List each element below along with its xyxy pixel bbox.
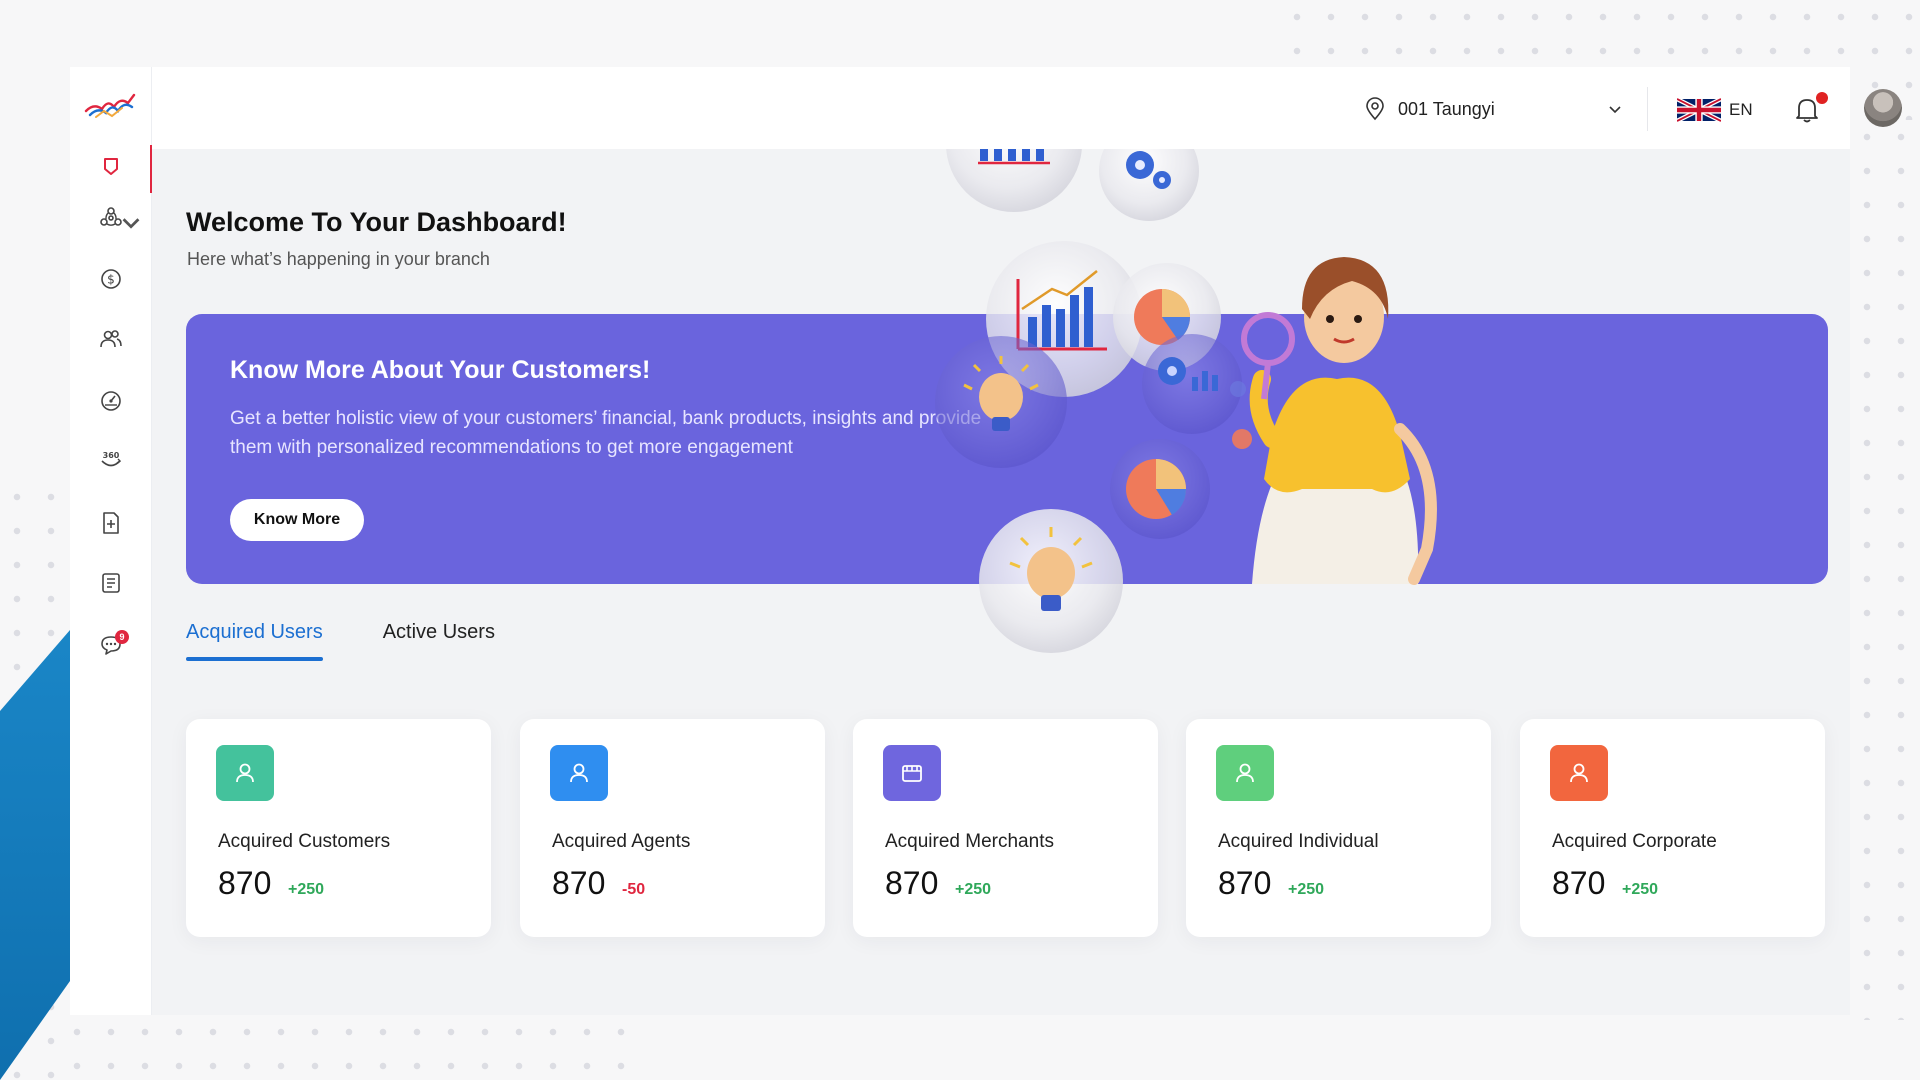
user-avatar[interactable]	[1864, 89, 1902, 127]
card-icon-box	[1216, 745, 1274, 801]
user-icon	[1570, 763, 1588, 783]
dollar-icon: $	[101, 269, 121, 289]
chevron-down-icon	[122, 218, 140, 229]
card-icon-box	[883, 745, 941, 801]
card-label: Acquired Agents	[552, 831, 691, 852]
card-delta: +250	[955, 881, 992, 898]
page-title: Welcome To Your Dashboard!	[186, 207, 567, 237]
card-icon-box	[216, 745, 274, 801]
card-label: Acquired Individual	[1218, 831, 1379, 852]
language-selector[interactable]: EN	[1677, 95, 1753, 125]
card-value: 870	[552, 865, 606, 901]
decorative-dot-grid	[1850, 120, 1920, 1020]
360-view-icon: 360	[101, 451, 122, 467]
sidebar-item-finance[interactable]: $	[70, 257, 152, 301]
know-more-button[interactable]: Know More	[230, 499, 364, 541]
card-label: Acquired Merchants	[885, 831, 1054, 852]
banner-description: Get a better holistic view of your custo…	[230, 408, 982, 458]
add-document-icon	[103, 512, 119, 534]
branch-label: 001 Taungyi	[1398, 98, 1495, 119]
card-label: Acquired Corporate	[1552, 831, 1717, 852]
shield-icon	[104, 158, 118, 175]
brand-logo[interactable]	[84, 89, 136, 119]
users-icon	[100, 330, 122, 348]
banner-title: Know More About Your Customers!	[230, 356, 651, 384]
chevron-down-icon	[1609, 106, 1621, 114]
card-delta: +250	[1288, 881, 1325, 898]
card-value: 870	[218, 865, 272, 901]
header-divider	[1647, 87, 1648, 131]
decorative-dot-grid	[60, 1015, 640, 1080]
location-pin-icon	[1366, 97, 1384, 121]
notifications-button[interactable]	[1790, 92, 1828, 126]
app-window: $ 360 9 001 Taungyi EN Welcome To Your D…	[70, 67, 1902, 1015]
card-label: Acquired Customers	[218, 831, 391, 852]
bar-chart-bubble	[946, 149, 1082, 212]
card-icon-box	[550, 745, 608, 801]
gears-bubble	[1099, 149, 1199, 221]
sidebar-item-users[interactable]	[70, 317, 152, 361]
list-document-icon	[102, 573, 120, 593]
top-header: 001 Taungyi EN	[152, 67, 1902, 149]
stat-card-merchants[interactable]: Acquired Merchants 870 +250	[853, 719, 1158, 937]
svg-text:360: 360	[103, 451, 120, 460]
sidebar-item-360[interactable]: 360	[70, 437, 152, 481]
chat-notification-badge: 9	[115, 630, 129, 644]
main-content: Welcome To Your Dashboard! Here what’s h…	[152, 149, 1850, 1015]
notification-dot	[1816, 92, 1828, 104]
card-value: 870	[885, 865, 939, 901]
stat-card-individual[interactable]: Acquired Individual 870 +250	[1186, 719, 1491, 937]
sidebar-item-chat[interactable]: 9	[70, 623, 152, 667]
card-delta: -50	[622, 881, 646, 898]
user-icon	[236, 763, 254, 783]
card-icon-box	[1550, 745, 1608, 801]
sidebar: $ 360 9	[70, 67, 153, 1015]
sidebar-item-shield[interactable]	[70, 145, 153, 193]
stat-cards: Acquired Customers 870 +250 Acquired Age…	[186, 719, 1828, 939]
card-value: 870	[1218, 865, 1272, 901]
user-icon	[1236, 763, 1254, 783]
sidebar-item-dashboard[interactable]	[70, 379, 152, 423]
tab-active-users[interactable]: Active Users	[383, 617, 495, 661]
uk-flag-icon	[1677, 98, 1721, 122]
stat-card-corporate[interactable]: Acquired Corporate 870 +250	[1520, 719, 1825, 937]
store-icon	[902, 765, 922, 782]
card-delta: +250	[288, 881, 325, 898]
sidebar-item-add-document[interactable]	[70, 501, 152, 545]
language-code: EN	[1729, 100, 1753, 119]
card-delta: +250	[1622, 881, 1659, 898]
user-tabs: Acquired Users Active Users	[186, 617, 495, 677]
svg-text:$: $	[107, 273, 115, 287]
stat-card-customers[interactable]: Acquired Customers 870 +250	[186, 719, 491, 937]
card-value: 870	[1552, 865, 1606, 901]
customer-insights-banner: Know More About Your Customers! Get a be…	[186, 314, 1828, 584]
sidebar-item-reports[interactable]	[70, 561, 152, 605]
page-subtitle: Here what’s happening in your branch	[187, 249, 490, 269]
branch-selector[interactable]: 001 Taungyi	[1362, 89, 1624, 129]
tab-acquired-users[interactable]: Acquired Users	[186, 617, 323, 661]
stat-card-agents[interactable]: Acquired Agents 870 -50	[520, 719, 825, 937]
user-icon	[570, 763, 588, 783]
sidebar-item-network[interactable]	[70, 195, 152, 239]
dashboard-gauge-icon	[101, 391, 121, 411]
